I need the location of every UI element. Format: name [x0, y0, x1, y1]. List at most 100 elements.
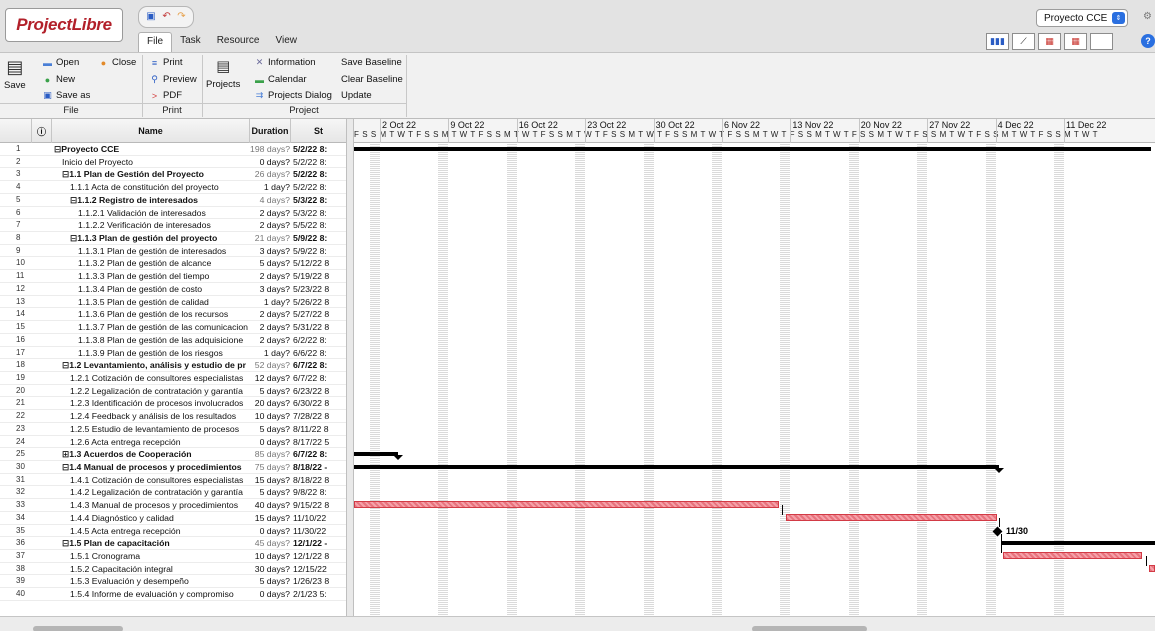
- task-duration[interactable]: 1 day?: [250, 181, 290, 193]
- task-start[interactable]: 5/31/22 8: [291, 321, 346, 333]
- task-name[interactable]: 1.1.3.3 Plan de gestión del tiempo: [52, 270, 250, 282]
- task-start[interactable]: 9/8/22 8:: [291, 486, 346, 498]
- table-row[interactable]: 40 1.5.4 Informe de evaluación y compromi…: [0, 588, 346, 601]
- task-start[interactable]: 6/30/22 8: [291, 397, 346, 409]
- task-start[interactable]: 12/15/22: [291, 563, 346, 575]
- save-button[interactable]: ▤ Save: [4, 57, 26, 91]
- gear-icon[interactable]: ⚙: [1143, 11, 1152, 22]
- task-start[interactable]: 5/9/22 8:: [291, 245, 346, 257]
- task-start[interactable]: 7/28/22 8: [291, 410, 346, 422]
- task-duration[interactable]: 0 days?: [250, 525, 290, 537]
- task-name[interactable]: 1.2.2 Legalización de contratación y gar…: [52, 385, 250, 397]
- table-row[interactable]: 10 1.1.3.2 Plan de gestión de alcance 5 da…: [0, 257, 346, 271]
- information-button[interactable]: ✕ Information: [254, 57, 316, 68]
- task-duration[interactable]: 2 days?: [250, 270, 290, 282]
- task-start[interactable]: 6/23/22 8: [291, 385, 346, 397]
- task-name[interactable]: 1.1.1 Acta de constitución del proyecto: [52, 181, 250, 193]
- task-start[interactable]: 6/2/22 8:: [291, 334, 346, 346]
- task-duration[interactable]: 2 days?: [250, 219, 290, 231]
- task-start[interactable]: 5/19/22 8: [291, 270, 346, 282]
- pdf-button[interactable]: > PDF: [149, 90, 182, 101]
- table-row[interactable]: 30 ⊟1.4 Manual de procesos y procedimient…: [0, 461, 346, 474]
- task-duration[interactable]: 5 days?: [250, 385, 290, 397]
- task-duration[interactable]: 30 days?: [250, 563, 290, 575]
- task-name[interactable]: ⊟1.1 Plan de Gestión del Proyecto: [52, 168, 250, 180]
- name-header[interactable]: Name: [52, 119, 250, 143]
- task-bar[interactable]: [1149, 564, 1155, 572]
- task-duration[interactable]: 15 days?: [250, 512, 290, 524]
- task-start[interactable]: 6/6/22 8:: [291, 347, 346, 359]
- task-name[interactable]: 1.4.2 Legalización de contratación y gar…: [52, 486, 250, 498]
- task-start[interactable]: 5/12/22 8: [291, 257, 346, 269]
- table-row[interactable]: 4 1.1.1 Acta de constitución del proyecto…: [0, 181, 346, 194]
- task-start[interactable]: 12/1/22 -: [291, 537, 346, 549]
- chart-view-icon[interactable]: ⟋: [1012, 33, 1035, 50]
- summary-bar[interactable]: [354, 465, 999, 469]
- clear-baseline-button[interactable]: Clear Baseline: [341, 74, 403, 85]
- task-name[interactable]: ⊟1.2 Levantamiento, análisis y estudio d…: [52, 359, 250, 371]
- task-duration[interactable]: 3 days?: [250, 283, 290, 295]
- summary-bar[interactable]: [354, 147, 1151, 151]
- print-button[interactable]: ≡ Print: [149, 57, 183, 68]
- table-row[interactable]: 34 1.4.4 Diagnóstico y calidad 15 days? 11/…: [0, 512, 346, 525]
- task-name[interactable]: 1.1.3.6 Plan de gestión de los recursos: [52, 308, 250, 320]
- undo-icon[interactable]: ↶: [162, 12, 170, 22]
- task-bar[interactable]: [786, 513, 997, 521]
- table-row[interactable]: 39 1.5.3 Evaluación y desempeño 5 days? 1/2…: [0, 575, 346, 589]
- table-row[interactable]: 3 ⊟1.1 Plan de Gestión del Proyecto 26 day…: [0, 168, 346, 182]
- task-name[interactable]: 1.1.2.1 Validación de interesados: [52, 207, 250, 219]
- task-duration[interactable]: 0 days?: [250, 436, 290, 448]
- task-duration[interactable]: 5 days?: [250, 575, 290, 587]
- task-duration[interactable]: 4 days?: [250, 194, 290, 206]
- task-bar[interactable]: [354, 501, 779, 509]
- new-button[interactable]: ● New: [42, 74, 75, 85]
- start-header[interactable]: St: [291, 119, 346, 143]
- task-start[interactable]: 5/2/22 8:: [291, 181, 346, 193]
- task-name[interactable]: 1.1.3.5 Plan de gestión de calidad: [52, 296, 250, 308]
- task-name[interactable]: ⊞1.3 Acuerdos de Cooperación: [52, 448, 250, 460]
- info-header[interactable]: ⓘ: [32, 119, 52, 143]
- projects-button[interactable]: ▤ Projects: [206, 57, 240, 90]
- histogram-view-icon[interactable]: ▮▮▮: [986, 33, 1009, 50]
- task-start[interactable]: 5/23/22 8: [291, 283, 346, 295]
- task-name[interactable]: 1.1.3.9 Plan de gestión de los riesgos: [52, 347, 250, 359]
- no-sub-view-icon[interactable]: [1090, 33, 1113, 50]
- task-bar[interactable]: [1003, 552, 1142, 560]
- save-quick-icon[interactable]: ▣: [146, 12, 155, 22]
- duration-header[interactable]: Duration: [250, 119, 291, 143]
- tab-view[interactable]: View: [268, 32, 306, 52]
- task-name[interactable]: 1.4.3 Manual de procesos y procedimiento…: [52, 499, 250, 511]
- table-row[interactable]: 5 ⊟1.1.2 Registro de interesados 4 days? 5/…: [0, 194, 346, 207]
- task-name[interactable]: 1.5.3 Evaluación y desempeño: [52, 575, 250, 587]
- task-start[interactable]: 6/7/22 8:: [291, 359, 346, 371]
- task-start[interactable]: 5/3/22 8:: [291, 207, 346, 219]
- project-selector[interactable]: Proyecto CCE ⇕: [1036, 9, 1128, 27]
- task-duration[interactable]: 21 days?: [250, 232, 290, 244]
- table-scrollbar[interactable]: [33, 626, 123, 631]
- task-name[interactable]: 1.2.4 Feedback y análisis de los resulta…: [52, 410, 250, 422]
- table-row[interactable]: 6 1.1.2.1 Validación de interesados 2 days…: [0, 207, 346, 220]
- task-start[interactable]: 5/3/22 8:: [291, 194, 346, 206]
- task-name[interactable]: 1.4.1 Cotización de consultores especial…: [52, 474, 250, 486]
- table-row[interactable]: 22 1.2.4 Feedback y análisis de los resul…: [0, 410, 346, 423]
- task-duration[interactable]: 198 days?: [250, 143, 290, 155]
- table-row[interactable]: 16 1.1.3.8 Plan de gestión de las adquisi…: [0, 334, 346, 347]
- task-usage-view-icon[interactable]: ▦: [1038, 33, 1061, 50]
- table-row[interactable]: 12 1.1.3.4 Plan de gestión de costo 3 days…: [0, 283, 346, 296]
- tab-file[interactable]: File: [138, 32, 173, 52]
- task-name[interactable]: 1.2.1 Cotización de consultores especial…: [52, 372, 250, 384]
- task-start[interactable]: 6/7/22 8:: [291, 448, 346, 460]
- table-row[interactable]: 38 1.5.2 Capacitación integral 30 days? 12/…: [0, 563, 346, 576]
- task-name[interactable]: ⊟1.4 Manual de procesos y procedimientos: [52, 461, 250, 473]
- table-row[interactable]: 35 1.4.5 Acta entrega recepción 0 days? 11/…: [0, 525, 346, 538]
- table-row[interactable]: 13 1.1.3.5 Plan de gestión de calidad 1 da…: [0, 296, 346, 309]
- table-row[interactable]: 36 ⊟1.5 Plan de capacitación 45 days? 12/1/…: [0, 537, 346, 550]
- projects-dialog-button[interactable]: ⇉ Projects Dialog: [254, 90, 332, 101]
- table-row[interactable]: 2 Inicio del Proyecto 0 days? 5/2/22 8:: [0, 156, 346, 169]
- task-name[interactable]: 1.5.2 Capacitación integral: [52, 563, 250, 575]
- task-name[interactable]: 1.2.6 Acta entrega recepción: [52, 436, 250, 448]
- task-start[interactable]: 6/7/22 8:: [291, 372, 346, 384]
- task-start[interactable]: 8/18/22 -: [291, 461, 346, 473]
- task-start[interactable]: 5/2/22 8:: [291, 143, 346, 155]
- task-name[interactable]: 1.2.5 Estudio de levantamiento de proces…: [52, 423, 250, 435]
